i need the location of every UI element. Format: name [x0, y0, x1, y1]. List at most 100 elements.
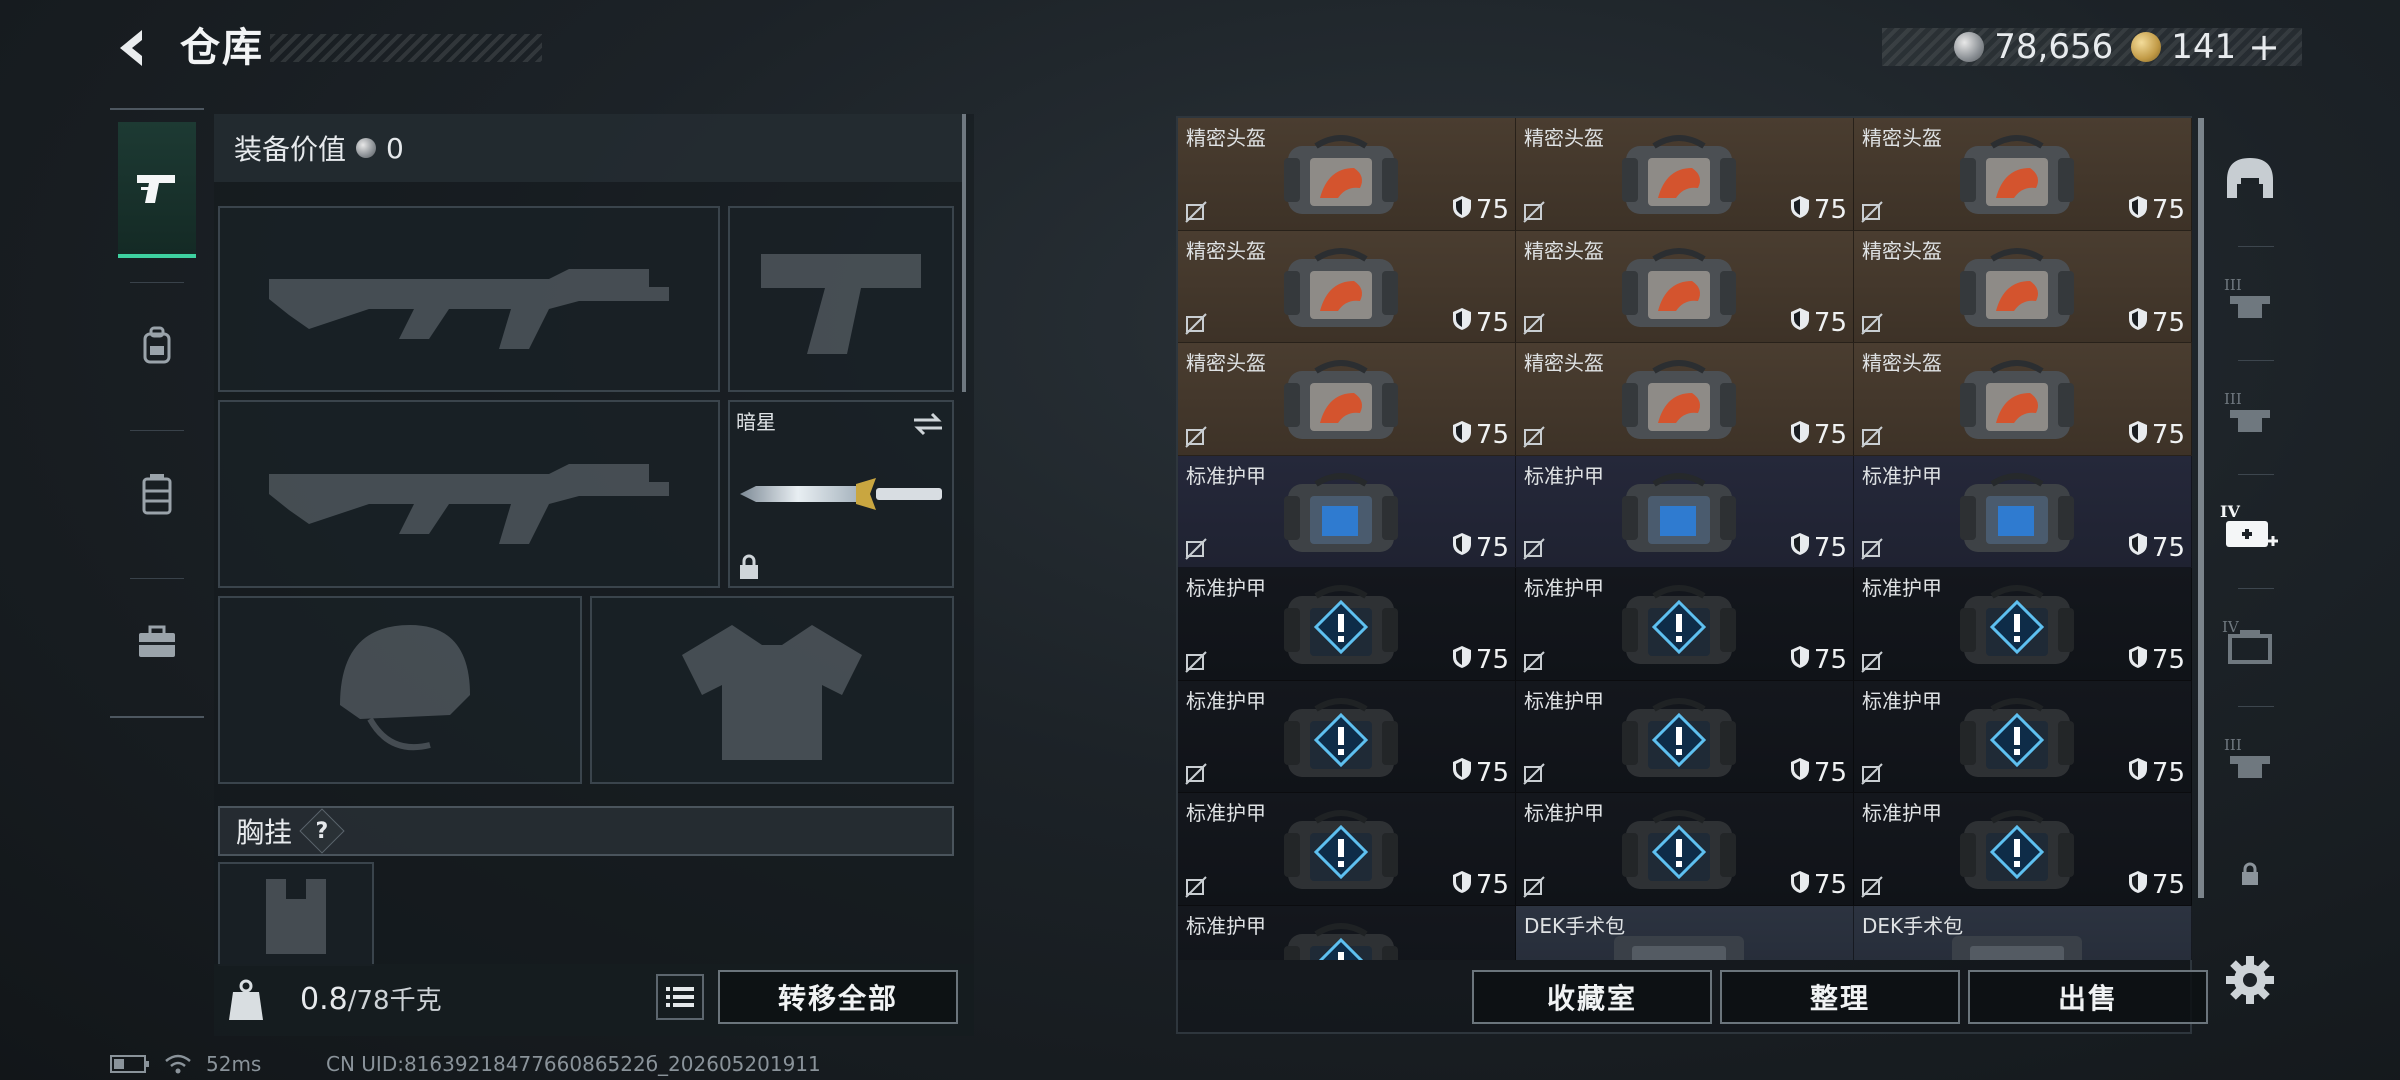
- swap-icon[interactable]: [912, 410, 944, 438]
- item-name: 标准护甲: [1524, 688, 1604, 713]
- item-name: 标准护甲: [1524, 463, 1604, 488]
- shield-icon: [1790, 307, 1810, 338]
- shield-icon: [1790, 420, 1810, 451]
- durability-value: 75: [1475, 870, 1509, 900]
- armor-item-icon: [1276, 803, 1406, 897]
- gold-currency[interactable]: 141 +: [2131, 25, 2280, 69]
- help-button[interactable]: ?: [299, 808, 345, 854]
- helmet-slot[interactable]: [218, 596, 582, 784]
- sell-button[interactable]: 出售: [1968, 970, 2208, 1024]
- durability: 75: [1790, 195, 1847, 226]
- item-name: 精密头盔: [1524, 238, 1604, 263]
- not-insured-icon: [1860, 875, 1884, 899]
- storage-item[interactable]: 精密头盔 75: [1854, 230, 2192, 343]
- storage-item[interactable]: 精密头盔 75: [1516, 343, 1854, 456]
- back-button[interactable]: [108, 22, 156, 74]
- not-insured-icon: [1184, 200, 1208, 224]
- svg-text:III: III: [2224, 736, 2242, 754]
- chest-rig-slot[interactable]: [218, 862, 374, 966]
- pistol-icon: [137, 175, 175, 203]
- storage-item[interactable]: 标准护甲 75: [1854, 680, 2192, 793]
- durability-value: 75: [1813, 645, 1847, 675]
- shield-icon: [1790, 532, 1810, 563]
- organize-button[interactable]: 整理: [1720, 970, 1960, 1024]
- filter-locked[interactable]: [2210, 854, 2290, 894]
- add-currency-button[interactable]: +: [2248, 25, 2280, 69]
- storage-grid-viewport[interactable]: 精密头盔 75 精密头盔 75 精密头盔 75 精密头盔 75 精密头盔 75 精密头盔 75 精密头盔…: [1178, 118, 2192, 960]
- storage-item[interactable]: 标准护甲 75: [1516, 793, 1854, 906]
- item-name: 精密头盔: [1524, 126, 1604, 150]
- storage-item[interactable]: 标准护甲 75: [1854, 793, 2192, 906]
- storage-item[interactable]: 精密头盔 75: [1516, 118, 1854, 231]
- storage-item[interactable]: 标准护甲 75: [1178, 568, 1516, 681]
- armor-item-icon: [1952, 691, 2082, 785]
- melee-weapon-slot[interactable]: 暗星: [728, 400, 954, 588]
- shield-icon: [1452, 757, 1472, 788]
- silver-currency: 78,656: [1954, 27, 2113, 67]
- filter-helmet[interactable]: [2210, 124, 2290, 234]
- shield-icon: [1790, 870, 1810, 901]
- storage-item[interactable]: 标准护甲 75: [1178, 793, 1516, 906]
- durability: 75: [1452, 870, 1509, 901]
- durability: 75: [2128, 757, 2185, 788]
- shield-icon: [2128, 532, 2148, 563]
- secondary-weapon-slot[interactable]: [728, 206, 954, 392]
- list-view-button[interactable]: [656, 974, 704, 1020]
- not-insured-icon: [1184, 650, 1208, 674]
- storage-item[interactable]: 标准护甲 75: [1854, 455, 2192, 568]
- storage-item[interactable]: 精密头盔 75: [1178, 343, 1516, 456]
- armor-item-icon: [1952, 803, 2082, 897]
- weight-unit: 千克: [389, 986, 442, 1016]
- shield-icon: [2128, 645, 2148, 676]
- storage-item[interactable]: 精密头盔 75: [1178, 230, 1516, 343]
- filter-box-iv[interactable]: IV: [2210, 586, 2290, 696]
- primary-weapon-slot-2[interactable]: [218, 400, 720, 588]
- shield-icon: [2128, 757, 2148, 788]
- body-armor-slot[interactable]: [590, 596, 954, 784]
- user-uid: CN UID:8163921847766086522б_202605201911: [326, 1052, 821, 1076]
- durability: 75: [1452, 645, 1509, 676]
- filter-armor-iii[interactable]: III: [2210, 244, 2290, 354]
- filter-armor-iii-c[interactable]: III: [2210, 704, 2290, 814]
- storage-item[interactable]: DEK手术包: [1516, 905, 1854, 960]
- storage-scrollbar[interactable]: [2198, 118, 2204, 898]
- equipment-scrollbar[interactable]: [962, 114, 966, 392]
- storage-item[interactable]: 标准护甲 75: [1516, 455, 1854, 568]
- shield-icon: [1790, 645, 1810, 676]
- rail-item-backpack[interactable]: [118, 278, 196, 414]
- toolbox-icon: [139, 625, 175, 657]
- storage-item[interactable]: 标准护甲 75: [1516, 680, 1854, 793]
- settings-button[interactable]: [2222, 952, 2278, 1008]
- storage-item[interactable]: 精密头盔 75: [1854, 343, 2192, 456]
- filter-armor-iii-b[interactable]: III: [2210, 358, 2290, 468]
- storage-item[interactable]: 精密头盔 75: [1854, 118, 2192, 231]
- filter-medkit-iv[interactable]: IV: [2210, 472, 2290, 582]
- storage-item[interactable]: 标准护甲 75: [1516, 568, 1854, 681]
- transfer-all-button[interactable]: 转移全部: [718, 970, 958, 1024]
- storage-item[interactable]: 精密头盔 75: [1178, 118, 1516, 231]
- chest-rig-header: 胸挂 ?: [218, 806, 954, 856]
- storage-item[interactable]: 标准护甲 75: [1178, 455, 1516, 568]
- item-name: 标准护甲: [1186, 576, 1266, 600]
- collection-room-button[interactable]: 收藏室: [1472, 970, 1712, 1024]
- filter-helmet-icon: [2227, 158, 2273, 198]
- armor-item-icon: [1614, 578, 1744, 672]
- primary-weapon-slot[interactable]: [218, 206, 720, 392]
- status-bar: 52ms: [110, 1052, 261, 1076]
- rail-item-toolbox[interactable]: [118, 574, 196, 710]
- durability: 75: [1790, 757, 1847, 788]
- equipment-value: 0: [386, 131, 404, 165]
- storage-item[interactable]: 标准护甲: [1178, 905, 1516, 960]
- gold-amount: 141: [2171, 27, 2237, 67]
- not-insured-icon: [1522, 312, 1546, 336]
- rail-item-chest-rig[interactable]: [118, 426, 196, 562]
- rail-item-weapons[interactable]: [118, 122, 196, 258]
- durability-value: 75: [1475, 645, 1509, 675]
- durability-value: 75: [2151, 195, 2185, 225]
- storage-item[interactable]: 精密头盔 75: [1516, 230, 1854, 343]
- title-decoration: [270, 34, 542, 62]
- category-rail: [110, 108, 204, 718]
- storage-item[interactable]: 标准护甲 75: [1854, 568, 2192, 681]
- storage-item[interactable]: DEK手术包: [1854, 905, 2192, 960]
- storage-item[interactable]: 标准护甲 75: [1178, 680, 1516, 793]
